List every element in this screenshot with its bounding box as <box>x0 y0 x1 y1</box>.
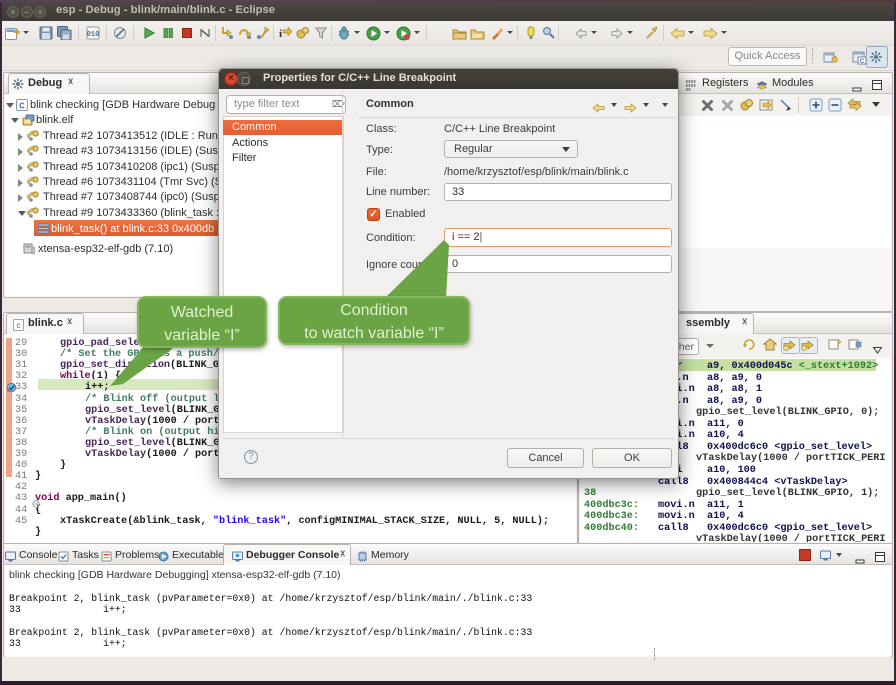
svg-text:c: c <box>17 321 21 330</box>
svg-text:010: 010 <box>87 31 100 39</box>
svg-text:i: i <box>279 28 282 40</box>
svg-text:C: C <box>860 59 865 65</box>
svg-text:C: C <box>19 102 25 112</box>
